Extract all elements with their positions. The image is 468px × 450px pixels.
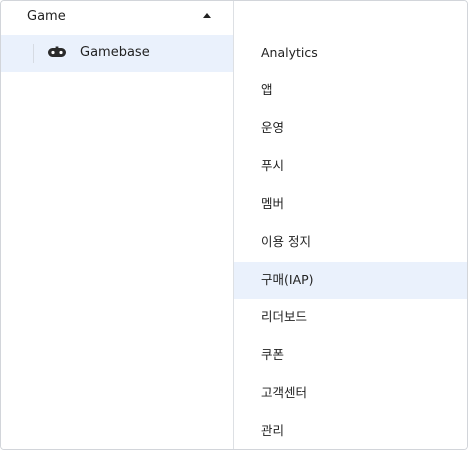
menu-item-label: 앱 bbox=[261, 82, 273, 97]
menu-item-label: 고객센터 bbox=[261, 385, 308, 400]
service-menu-panel: Game Gamebase Analytics 앱 운영 푸시 멤버 이용 정지… bbox=[0, 0, 468, 450]
service-tree: Game Gamebase bbox=[1, 1, 233, 449]
menu-item-customer-center[interactable]: 고객센터 bbox=[234, 375, 467, 412]
menu-item-label: Analytics bbox=[261, 45, 318, 60]
menu-item-push[interactable]: 푸시 bbox=[234, 148, 467, 185]
menu-item-management[interactable]: 관리 bbox=[234, 413, 467, 449]
menu-item-label: 관리 bbox=[261, 423, 285, 438]
menu-item-leaderboard[interactable]: 리더보드 bbox=[234, 299, 467, 336]
group-title: Game bbox=[27, 9, 66, 24]
menu-item-app[interactable]: 앱 bbox=[234, 72, 467, 109]
menu-item-label: 이용 정지 bbox=[261, 234, 311, 249]
menu-item-purchase-iap[interactable]: 구매(IAP) bbox=[234, 262, 467, 299]
menu-item-analytics[interactable]: Analytics bbox=[234, 35, 467, 72]
menu-item-label: 멤버 bbox=[261, 196, 285, 211]
caret-up-icon[interactable] bbox=[203, 13, 211, 18]
menu-item-member[interactable]: 멤버 bbox=[234, 186, 467, 223]
menu-item-label: 쿠폰 bbox=[261, 347, 285, 362]
menu-item-coupon[interactable]: 쿠폰 bbox=[234, 337, 467, 374]
service-label: Gamebase bbox=[80, 45, 150, 60]
menu-item-operation[interactable]: 운영 bbox=[234, 110, 467, 147]
tree-item-gamebase[interactable]: Gamebase bbox=[1, 35, 233, 72]
submenu-list: Analytics 앱 운영 푸시 멤버 이용 정지 구매(IAP) 리더보드 … bbox=[234, 1, 467, 449]
menu-item-ban[interactable]: 이용 정지 bbox=[234, 224, 467, 261]
tree-connector-line bbox=[33, 44, 34, 63]
group-header-game[interactable]: Game bbox=[1, 1, 233, 33]
menu-item-label: 리더보드 bbox=[261, 309, 308, 324]
gamepad-icon bbox=[48, 46, 66, 57]
menu-item-label: 구매(IAP) bbox=[261, 272, 314, 287]
menu-item-label: 푸시 bbox=[261, 158, 285, 173]
menu-item-label: 운영 bbox=[261, 120, 285, 135]
